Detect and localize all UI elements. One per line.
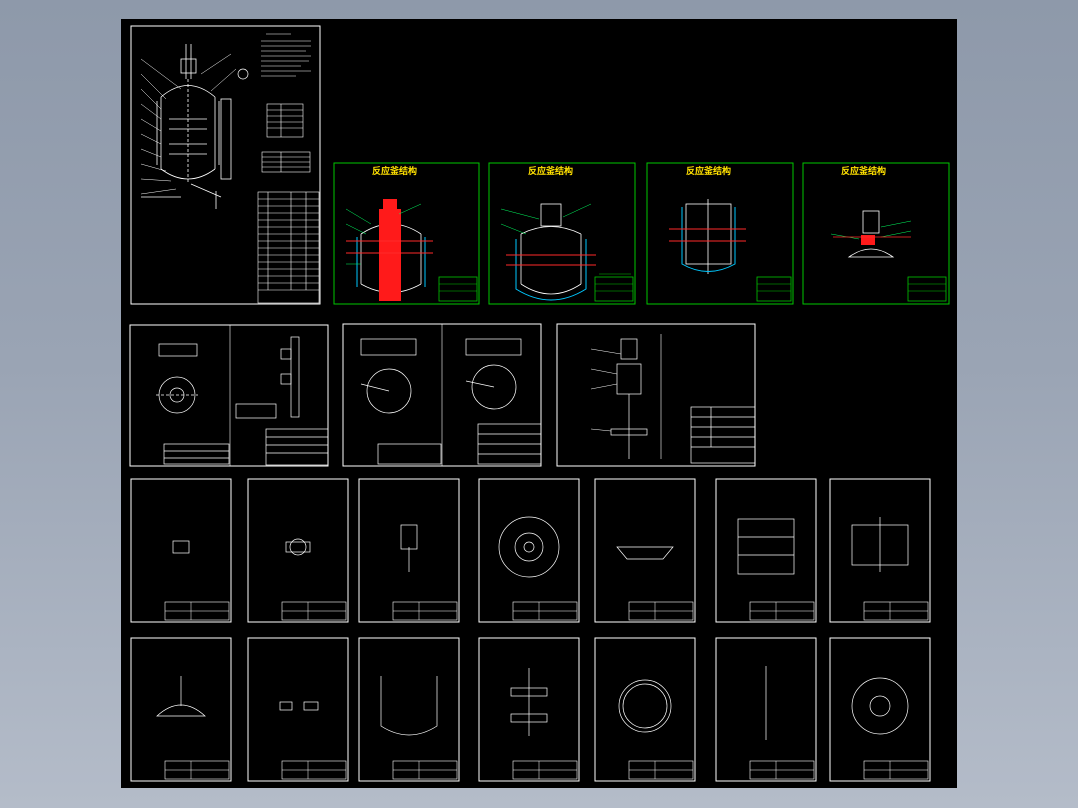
part-sheet [594, 637, 696, 782]
detail-sheet-circles [342, 323, 542, 467]
structure-title-2: 反应釜结构 [528, 167, 574, 177]
detail-sheet-agitator [556, 323, 756, 467]
structure-sheet-4 [802, 162, 950, 305]
part-sheet [247, 478, 349, 623]
drawing-canvas[interactable]: 反应釜结构 反应釜结构 反应釜结构 反应釜结构 [121, 19, 957, 788]
part-sheet [247, 637, 349, 782]
part-sheet [829, 637, 931, 782]
structure-sheet-3 [599, 162, 794, 305]
part-sheet [478, 637, 580, 782]
structure-title-3: 反应釜结构 [686, 167, 732, 177]
cad-drawing [129, 25, 950, 782]
part-sheet [358, 637, 460, 782]
structure-sheet-1 [333, 162, 480, 305]
part-sheets-row-1 [130, 478, 931, 623]
part-sheet [130, 478, 232, 623]
structure-title-1: 反应釜结构 [372, 167, 418, 177]
part-sheet [358, 478, 460, 623]
part-sheet [715, 637, 817, 782]
part-sheet [829, 478, 931, 623]
part-sheet [594, 478, 696, 623]
part-sheet [715, 478, 817, 623]
detail-sheet-flange [129, 324, 329, 467]
part-sheet [478, 478, 580, 623]
structure-title-4: 反应釜结构 [841, 167, 887, 177]
structure-sheet-2 [488, 162, 636, 305]
assembly-drawing-sheet [130, 25, 321, 305]
part-sheets-row-2 [130, 637, 931, 782]
part-sheet [130, 637, 232, 782]
